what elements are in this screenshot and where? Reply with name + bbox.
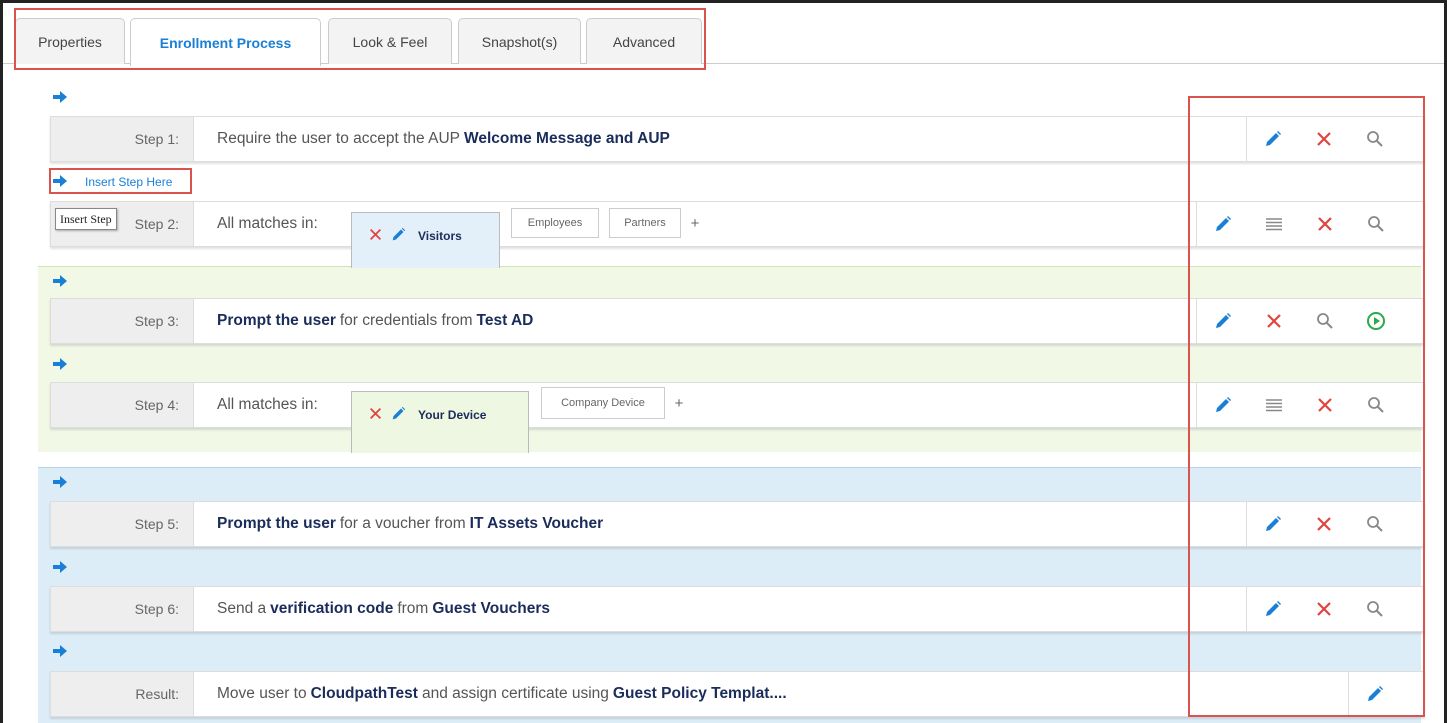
arrow-right-icon[interactable]: [53, 358, 67, 370]
close-icon[interactable]: [1298, 116, 1349, 162]
pencil-icon[interactable]: [1197, 382, 1248, 428]
segment-tab-active[interactable]: Visitors: [351, 212, 500, 268]
step-row-4: Step 4: All matches in: Your Device Comp…: [50, 382, 1425, 453]
tab-enrollment-process[interactable]: Enrollment Process: [130, 18, 321, 66]
menu-icon[interactable]: [1248, 382, 1299, 428]
step-description: Send a verification code from Guest Vouc…: [217, 600, 551, 617]
arrow-right-icon[interactable]: [53, 561, 67, 573]
arrow-right-icon[interactable]: [53, 91, 67, 103]
arrow-right-icon[interactable]: [53, 275, 67, 287]
step-row-2: Step 2: All matches in: Visitors Employe…: [50, 201, 1425, 268]
menu-icon[interactable]: [1248, 201, 1299, 247]
step-label: Step 6:: [51, 587, 194, 631]
step-actions: [1246, 502, 1400, 546]
tab-properties[interactable]: Properties: [15, 18, 125, 64]
segment-tab[interactable]: Employees: [511, 208, 599, 238]
tab-advanced[interactable]: Advanced: [586, 18, 702, 64]
step-description: Prompt the user for a voucher from IT As…: [217, 515, 604, 532]
search-icon[interactable]: [1349, 501, 1400, 547]
tab-bar: Properties Enrollment Process Look & Fee…: [3, 8, 1444, 66]
step-description: Move user to CloudpathTest and assign ce…: [217, 685, 787, 702]
arrow-right-icon[interactable]: [53, 175, 67, 187]
close-icon[interactable]: [1248, 298, 1299, 344]
close-icon[interactable]: [1299, 382, 1350, 428]
insert-step-tooltip: Insert Step: [55, 208, 117, 230]
arrow-right-icon[interactable]: [53, 476, 67, 488]
search-icon[interactable]: [1349, 116, 1400, 162]
search-icon[interactable]: [1299, 298, 1350, 344]
insert-step-link[interactable]: Insert Step Here: [85, 175, 172, 189]
add-segment-button[interactable]: +: [683, 208, 707, 238]
close-icon[interactable]: [1298, 501, 1349, 547]
close-icon[interactable]: [362, 226, 388, 242]
play-circle-icon[interactable]: [1350, 298, 1401, 344]
step-actions: [1246, 587, 1400, 631]
search-icon[interactable]: [1350, 382, 1401, 428]
step-description: Require the user to accept the AUP Welco…: [217, 130, 670, 147]
segment-name: Visitors: [418, 229, 462, 243]
arrow-right-icon[interactable]: [53, 645, 67, 657]
step-row-3: Step 3: Prompt the user for credentials …: [50, 298, 1425, 344]
search-icon[interactable]: [1350, 201, 1401, 247]
step-description: All matches in:: [217, 396, 318, 413]
close-icon[interactable]: [1299, 201, 1350, 247]
pencil-icon[interactable]: [1197, 298, 1248, 344]
segment-tab[interactable]: Partners: [609, 208, 681, 238]
step-label: Step 4:: [51, 383, 194, 427]
step-description: Prompt the user for credentials from Tes…: [217, 312, 534, 329]
add-segment-button[interactable]: +: [667, 387, 691, 419]
step-row-1: Step 1: Require the user to accept the A…: [50, 116, 1425, 162]
step-row-5: Step 5: Prompt the user for a voucher fr…: [50, 501, 1425, 547]
close-icon[interactable]: [362, 405, 388, 421]
step-label: Step 3:: [51, 299, 194, 343]
segment-tab-active[interactable]: Your Device: [351, 391, 529, 453]
step-label: Step 1:: [51, 117, 194, 161]
step-actions: [1348, 672, 1400, 716]
step-row-6: Step 6: Send a verification code from Gu…: [50, 586, 1425, 632]
step-actions: [1196, 202, 1401, 246]
tab-look-and-feel[interactable]: Look & Feel: [328, 18, 452, 64]
pencil-icon[interactable]: [1349, 671, 1400, 717]
step-actions: [1196, 299, 1401, 343]
result-row: Result: Move user to CloudpathTest and a…: [50, 671, 1425, 717]
step-label: Result:: [51, 672, 194, 716]
pencil-icon[interactable]: [388, 226, 408, 242]
segment-tab[interactable]: Company Device: [541, 387, 665, 419]
search-icon[interactable]: [1349, 586, 1400, 632]
step-description: All matches in:: [217, 215, 318, 232]
step-label: Step 5:: [51, 502, 194, 546]
segment-name: Your Device: [418, 408, 487, 422]
pencil-icon[interactable]: [1247, 116, 1298, 162]
tab-snapshots[interactable]: Snapshot(s): [458, 18, 581, 64]
pencil-icon[interactable]: [1247, 501, 1298, 547]
pencil-icon[interactable]: [388, 405, 408, 421]
close-icon[interactable]: [1298, 586, 1349, 632]
pencil-icon[interactable]: [1247, 586, 1298, 632]
step-actions: [1246, 117, 1400, 161]
step-actions: [1196, 383, 1401, 427]
pencil-icon[interactable]: [1197, 201, 1248, 247]
